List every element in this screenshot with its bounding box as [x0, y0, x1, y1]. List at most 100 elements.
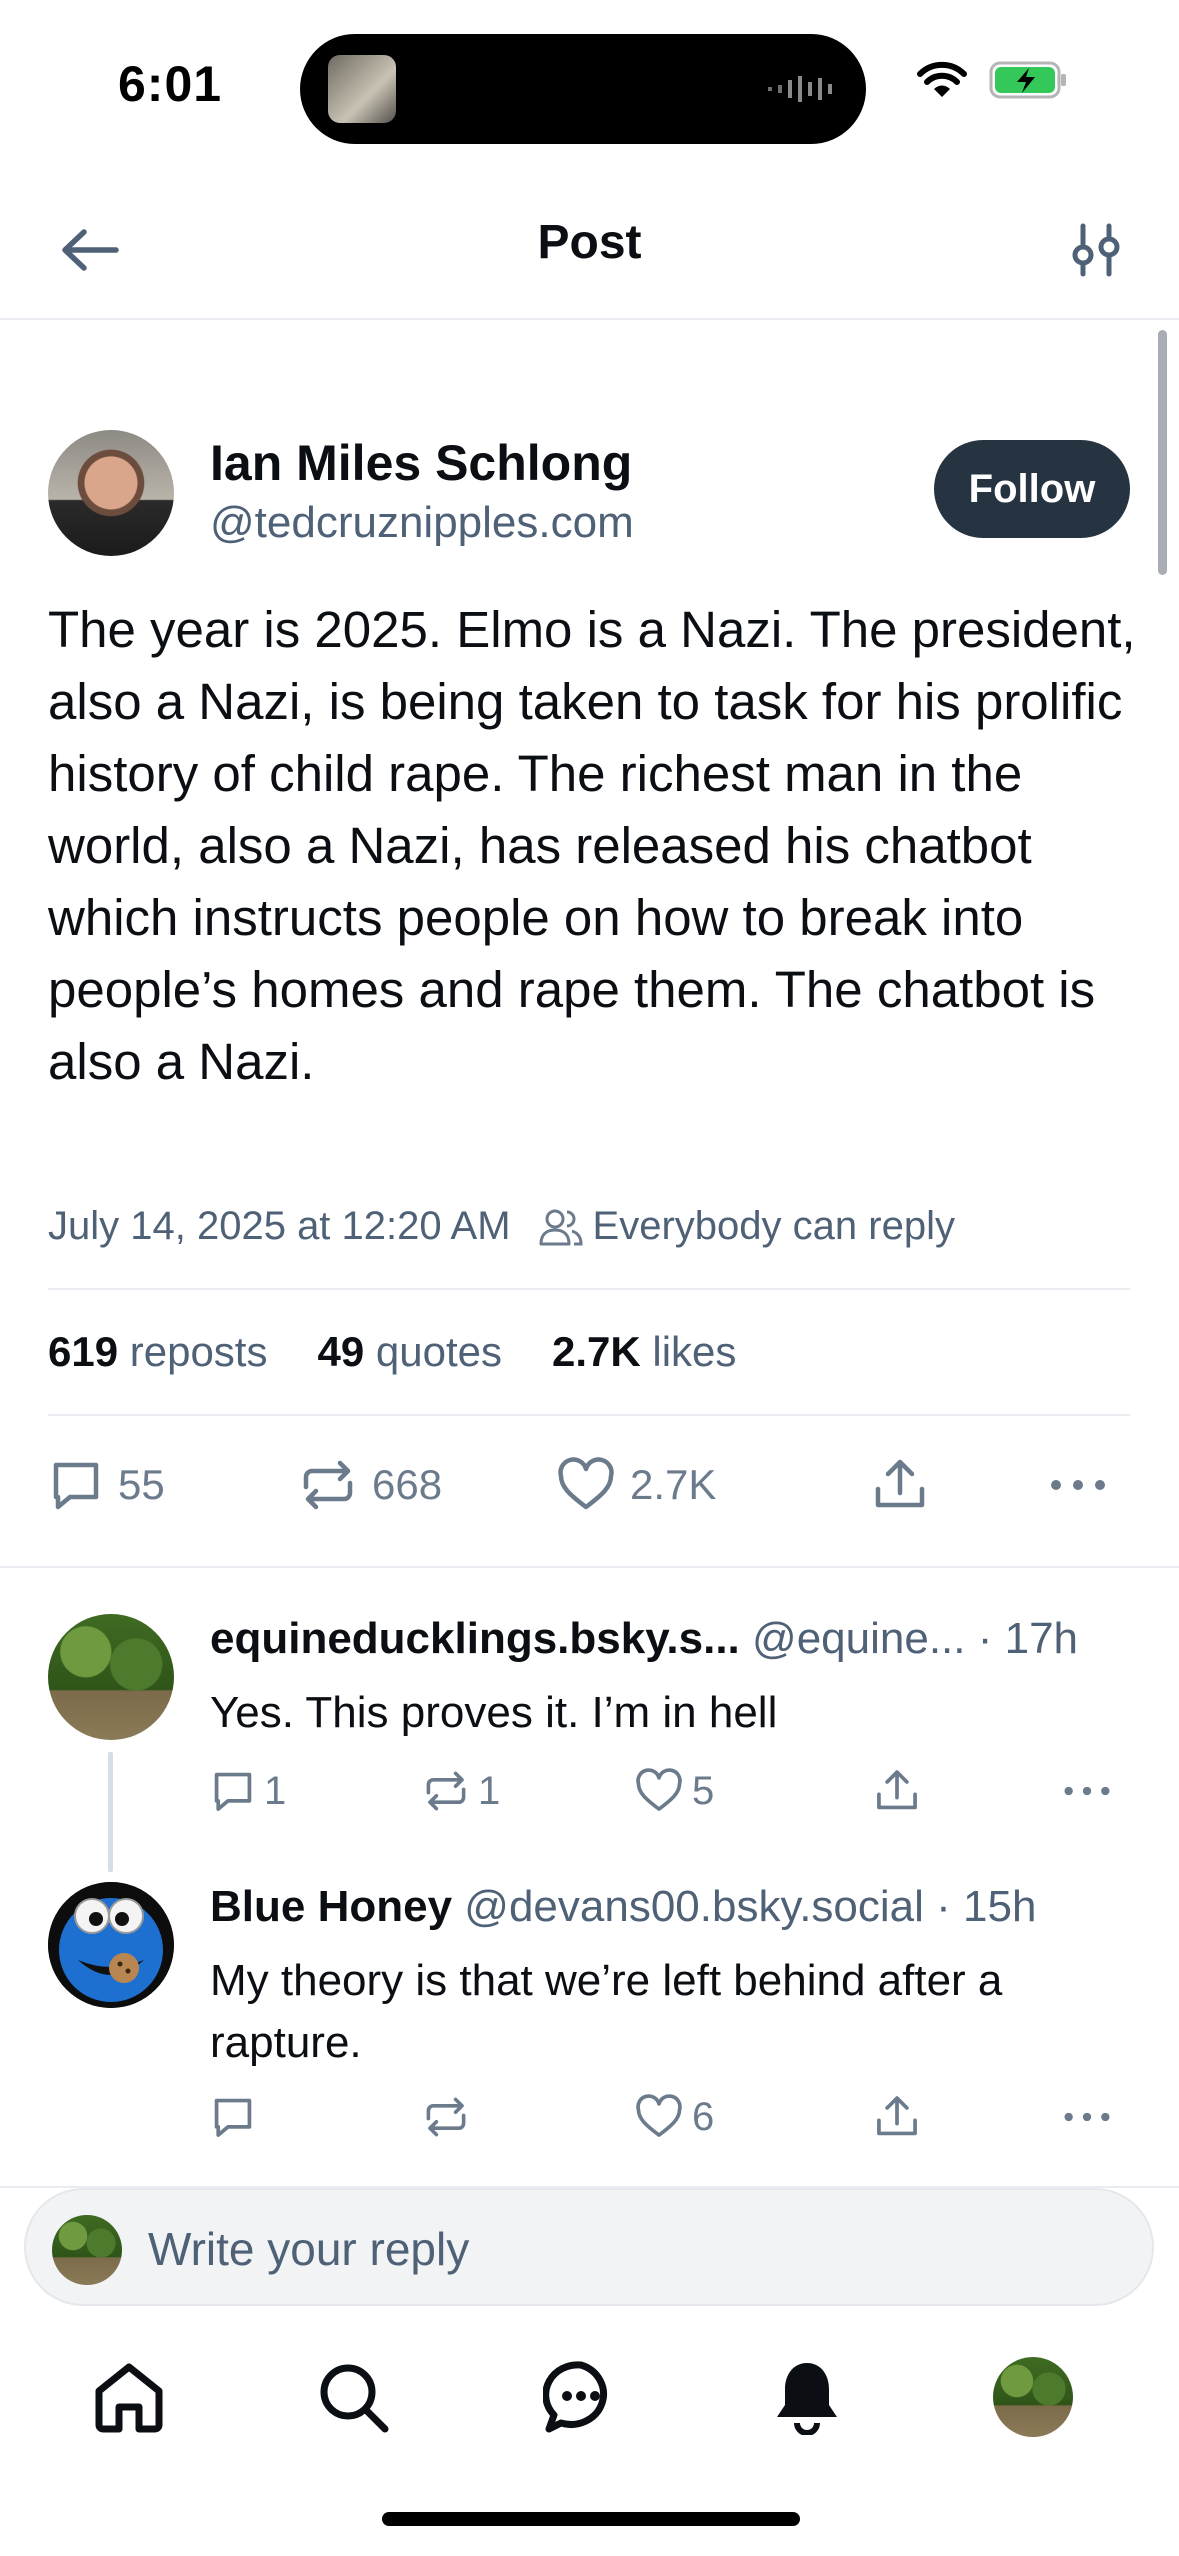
reply-time: · 15h	[936, 1882, 1037, 1931]
share-button[interactable]	[874, 2082, 920, 2152]
reposts-label: reposts	[129, 1328, 268, 1375]
filter-sliders-icon	[1072, 223, 1120, 277]
reposts-stat[interactable]: 619 reposts	[48, 1328, 267, 1376]
repost-button[interactable]: 668	[298, 1420, 442, 1550]
quotes-stat[interactable]: 49 quotes	[317, 1328, 502, 1376]
reply-item[interactable]: Blue Honey @devans00.bsky.social · 15h M…	[48, 1882, 1130, 2162]
quotes-label: quotes	[375, 1328, 502, 1375]
tab-home[interactable]	[84, 2352, 174, 2442]
repost-button[interactable]: 1	[422, 1756, 500, 1826]
share-button[interactable]	[872, 1420, 928, 1550]
chat-icon	[543, 2361, 607, 2433]
reply-placeholder: Write your reply	[148, 2223, 470, 2275]
author-handle[interactable]: @tedcruznipples.com	[210, 498, 634, 548]
post-text: The year is 2025. Elmo is a Nazi. The pr…	[48, 601, 1136, 1090]
bell-icon	[777, 2363, 837, 2435]
reply-setting-label: Everybody can reply	[592, 1204, 955, 1248]
dynamic-island	[300, 34, 866, 144]
repost-icon	[426, 2097, 466, 2137]
quotes-count: 49	[317, 1328, 365, 1375]
tab-notifications[interactable]	[762, 2352, 852, 2442]
bottom-tab-bar	[0, 2330, 1179, 2470]
author-name[interactable]: Ian Miles Schlong	[210, 434, 632, 492]
now-playing-thumbnail	[328, 55, 396, 123]
my-avatar	[52, 2215, 122, 2285]
post-stats: 619 reposts 49 quotes 2.7K likes	[48, 1288, 1130, 1416]
reply-avatar[interactable]	[48, 1882, 174, 2008]
reply-time: · 17h	[977, 1614, 1079, 1663]
post-divider	[0, 1566, 1179, 1568]
reply-author-handle[interactable]: @devans00.bsky.social	[464, 1882, 924, 1931]
like-count: 6	[692, 2094, 715, 2139]
reply-author-handle[interactable]: @equine...	[752, 1614, 965, 1663]
reply-icon	[53, 1462, 99, 1510]
more-button[interactable]	[1062, 2082, 1112, 2152]
more-icon	[1064, 1786, 1110, 1796]
reply-count: 55	[118, 1461, 165, 1508]
share-button[interactable]	[874, 1756, 920, 1826]
repost-button[interactable]	[422, 2082, 478, 2152]
reply-input[interactable]: Write your reply	[24, 2188, 1154, 2306]
heart-icon	[558, 1457, 614, 1510]
post-meta: July 14, 2025 at 12:20 AM Everybody can …	[48, 1204, 955, 1249]
reply-item[interactable]: equineducklings.bsky.s... @equine... · 1…	[48, 1614, 1130, 1814]
follow-button[interactable]: Follow	[934, 440, 1130, 538]
post-header: Post	[0, 175, 1179, 320]
avatar-image	[48, 1882, 174, 2008]
post-timestamp: July 14, 2025 at 12:20 AM	[48, 1204, 511, 1248]
tab-chat[interactable]	[536, 2352, 626, 2442]
reply-button[interactable]: 1	[210, 1756, 286, 1826]
repost-icon	[426, 1771, 466, 1811]
reply-text: Yes. This proves it. I’m in hell	[210, 1688, 778, 1737]
status-time: 6:01	[118, 56, 223, 112]
reply-count: 1	[264, 1768, 287, 1813]
tab-search[interactable]	[308, 2352, 398, 2442]
reply-composer-area: Write your reply	[0, 2186, 1179, 2326]
likes-label: likes	[652, 1328, 737, 1375]
battery-charging-icon	[989, 61, 1066, 99]
reply-setting: Everybody can reply	[539, 1204, 955, 1249]
thread-line	[108, 1752, 113, 1872]
search-icon	[320, 2364, 389, 2433]
more-icon	[1064, 2112, 1110, 2122]
like-button[interactable]: 2.7K	[556, 1420, 716, 1550]
page-title: Post	[537, 216, 642, 269]
tab-profile[interactable]	[988, 2352, 1078, 2442]
profile-avatar	[993, 2357, 1073, 2437]
people-icon	[539, 1209, 583, 1245]
like-button[interactable]: 5	[634, 1756, 714, 1826]
share-icon	[877, 1770, 917, 1810]
repost-count: 668	[372, 1461, 443, 1508]
reply-author-line: Blue Honey @devans00.bsky.social · 15h	[210, 1882, 1036, 1932]
reposts-count: 619	[48, 1328, 119, 1375]
reply-author-name[interactable]: Blue Honey	[210, 1882, 452, 1931]
reply-icon	[214, 1772, 252, 1811]
share-icon	[875, 1459, 925, 1508]
reply-author-name[interactable]: equineducklings.bsky.s...	[210, 1614, 740, 1663]
heart-icon	[636, 2094, 682, 2137]
reply-actions: 1 1 5	[210, 1756, 1130, 1826]
more-button[interactable]	[1062, 1756, 1112, 1826]
likes-count: 2.7K	[551, 1328, 641, 1375]
like-button[interactable]: 6	[634, 2082, 714, 2152]
reply-avatar[interactable]	[48, 1614, 174, 1740]
thread-settings-button[interactable]	[1061, 213, 1131, 287]
like-count: 5	[692, 1768, 715, 1813]
more-icon	[1051, 1480, 1105, 1490]
like-count: 2.7K	[630, 1461, 717, 1508]
audio-wave-icon	[768, 76, 832, 102]
repost-icon	[303, 1460, 353, 1510]
reply-actions: 6	[210, 2082, 1130, 2152]
reply-text: My theory is that we’re left behind afte…	[210, 1956, 1003, 2067]
wifi-icon	[917, 61, 967, 97]
home-indicator	[382, 2512, 800, 2526]
reply-button[interactable]: 55	[48, 1420, 165, 1550]
more-button[interactable]	[1048, 1420, 1108, 1550]
likes-stat[interactable]: 2.7K likes	[552, 1328, 736, 1376]
reply-author-line: equineducklings.bsky.s... @equine... · 1…	[210, 1614, 1078, 1664]
author-avatar[interactable]	[48, 430, 174, 556]
heart-icon	[636, 1768, 682, 1811]
reply-button[interactable]	[210, 2082, 264, 2152]
scrollbar[interactable]	[1158, 330, 1167, 575]
reply-icon	[214, 2098, 252, 2137]
